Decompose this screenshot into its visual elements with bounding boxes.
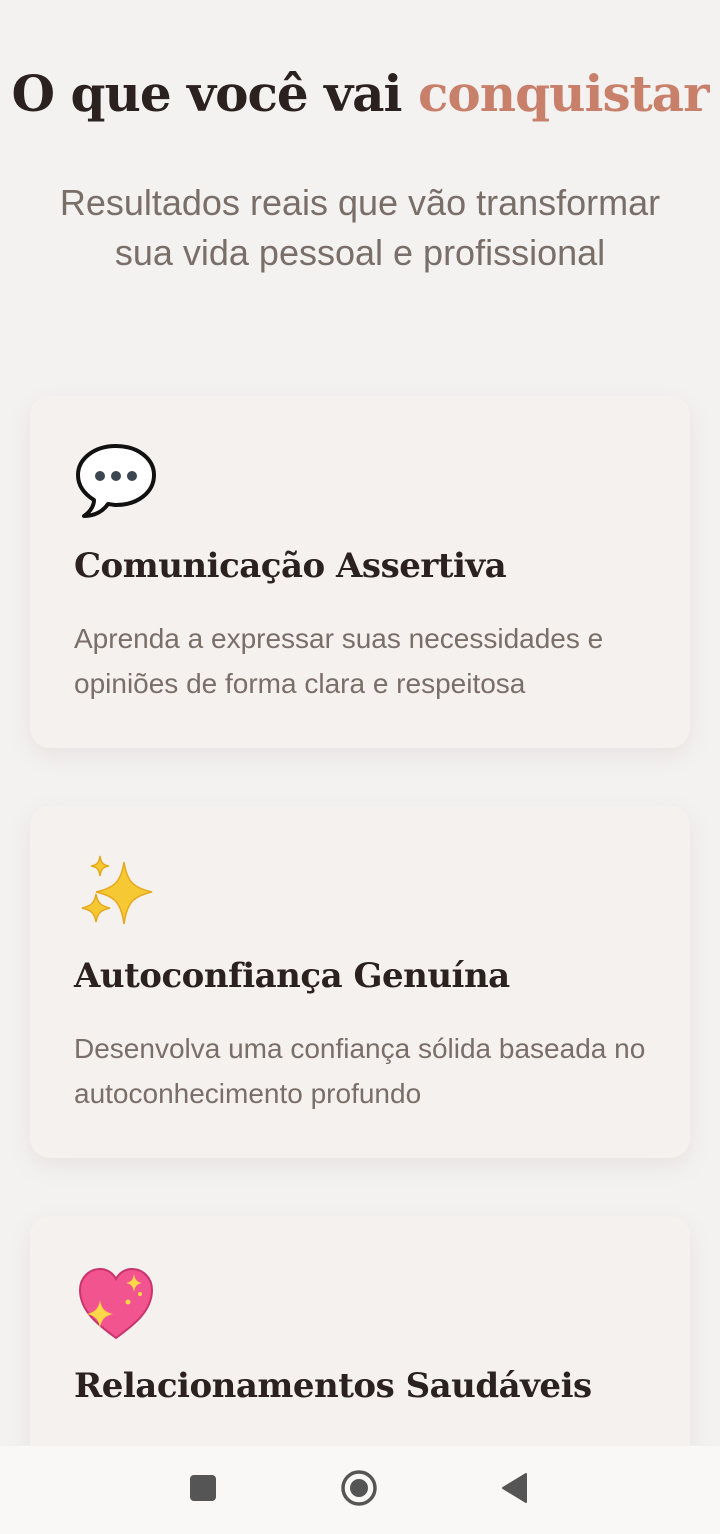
system-navigation-bar bbox=[0, 1446, 720, 1534]
benefit-card-relationships: Relacionamentos Saudáveis bbox=[30, 1216, 690, 1446]
home-icon bbox=[339, 1468, 379, 1513]
screen: O que você vai conquistar Resultados rea… bbox=[0, 0, 720, 1446]
card-description: Aprenda a expressar suas necessidades e … bbox=[74, 623, 604, 699]
page-subtitle: Resultados reais que vão transformar sua… bbox=[59, 182, 661, 273]
page-title: O que você vai conquistar bbox=[0, 64, 720, 123]
card-title: Comunicação Assertiva bbox=[74, 546, 507, 586]
sparkling-heart-icon bbox=[74, 1260, 158, 1344]
card-description: Desenvolva uma confiança sólida baseada … bbox=[74, 1033, 646, 1109]
card-title: Autoconfiança Genuína bbox=[74, 956, 510, 996]
speech-bubble-icon bbox=[74, 440, 158, 524]
card-title: Relacionamentos Saudáveis bbox=[74, 1366, 592, 1406]
sparkles-icon bbox=[74, 850, 158, 934]
back-icon bbox=[500, 1472, 530, 1509]
title-main: O que você vai bbox=[11, 64, 403, 123]
recent-apps-icon bbox=[189, 1474, 217, 1507]
recent-apps-button[interactable] bbox=[179, 1466, 227, 1514]
home-button[interactable] bbox=[335, 1466, 383, 1514]
benefit-card-communication: Comunicação Assertiva Aprenda a expressa… bbox=[30, 396, 690, 748]
back-button[interactable] bbox=[491, 1466, 539, 1514]
benefit-card-confidence: Autoconfiança Genuína Desenvolva uma con… bbox=[30, 806, 690, 1158]
title-accent: conquistar bbox=[417, 64, 709, 123]
